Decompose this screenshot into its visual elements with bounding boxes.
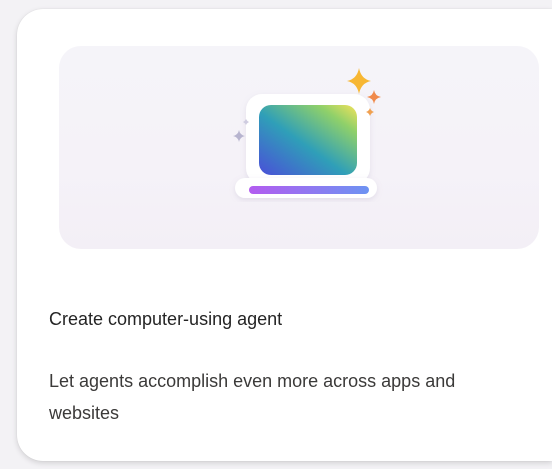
card-title: Create computer-using agent (49, 309, 283, 329)
card-illustration (59, 46, 539, 249)
laptop-sparkle-icon (233, 68, 381, 198)
create-computer-using-agent-card[interactable]: Create computer-using agent Let agents a… (17, 9, 552, 461)
card-description: Let agents accomplish even more across a… (49, 371, 456, 423)
